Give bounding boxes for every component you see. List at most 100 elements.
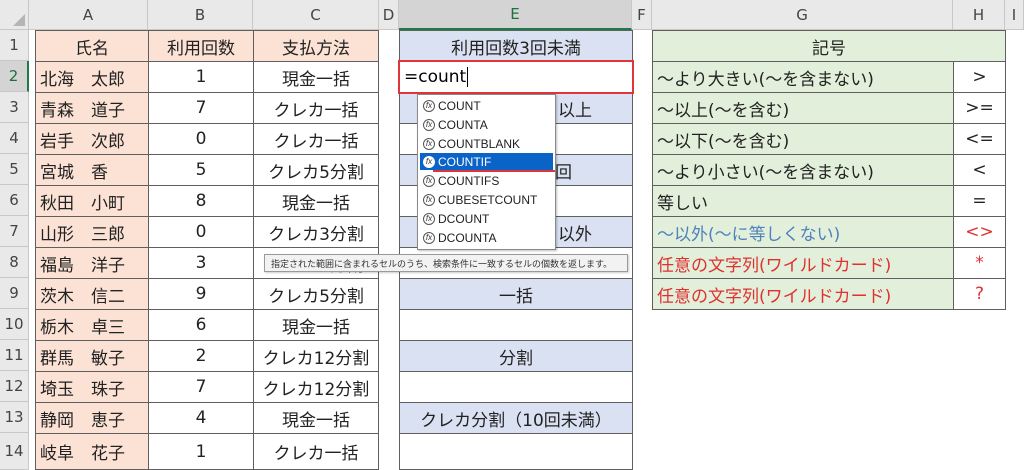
cell-count[interactable]: 7: [148, 92, 254, 124]
row-header-14[interactable]: 14: [0, 433, 29, 470]
cell-count[interactable]: 8: [148, 185, 254, 217]
cell-method[interactable]: クレカ一括: [253, 433, 379, 470]
cell-method[interactable]: クレカ5分割: [253, 278, 379, 310]
cell-method[interactable]: クレカ5分割: [253, 154, 379, 186]
cell-method[interactable]: クレカ3分割: [253, 216, 379, 248]
header-method[interactable]: 支払方法: [253, 30, 379, 62]
column-header-a[interactable]: A: [29, 0, 148, 30]
cell-count[interactable]: 2: [148, 340, 254, 372]
cell-name[interactable]: 山形 三郎: [35, 216, 149, 248]
cell-count[interactable]: 6: [148, 309, 254, 341]
cell-name[interactable]: 北海 太郎: [35, 61, 149, 93]
autocomplete-label: DCOUNTA: [438, 230, 497, 245]
cell-count[interactable]: 7: [148, 371, 254, 403]
symbol-desc[interactable]: ～より大きい(～を含まない): [652, 61, 954, 93]
cell-name[interactable]: 青森 道子: [35, 92, 149, 124]
column-header-i[interactable]: I: [1005, 0, 1024, 30]
cell-method[interactable]: 現金一括: [253, 61, 379, 93]
cell-method[interactable]: クレカ一括: [253, 92, 379, 124]
autocomplete-item[interactable]: fx CUBESETCOUNT: [420, 191, 553, 208]
autocomplete-item[interactable]: fx COUNTIFS: [420, 172, 553, 189]
symbol-char[interactable]: <>: [953, 216, 1006, 248]
row-header-1[interactable]: 1: [0, 30, 29, 61]
cell-name[interactable]: 福島 洋子: [35, 247, 149, 279]
header-count[interactable]: 利用回数: [148, 30, 254, 62]
cell-method[interactable]: クレカ一括: [253, 123, 379, 155]
row-header-11[interactable]: 11: [0, 340, 29, 371]
cell-name[interactable]: 静岡 恵子: [35, 402, 149, 434]
symbol-desc[interactable]: ～以下(～を含む): [652, 123, 954, 155]
criteria-cell[interactable]: [399, 309, 633, 341]
criteria-cell[interactable]: 分割: [399, 340, 633, 372]
row-header-10[interactable]: 10: [0, 309, 29, 340]
criteria-cell[interactable]: クレカ分割（10回未満）: [399, 402, 633, 434]
symbol-char[interactable]: ?: [953, 278, 1006, 310]
autocomplete-item[interactable]: fx DCOUNT: [420, 210, 553, 227]
row-header-8[interactable]: 8: [0, 247, 29, 278]
header-name[interactable]: 氏名: [35, 30, 149, 62]
cell-count[interactable]: 0: [148, 123, 254, 155]
symbol-desc[interactable]: 任意の文字列(ワイルドカード): [652, 278, 954, 310]
function-autocomplete-list[interactable]: fx COUNT fx COUNTA fx COUNTBLANK fx COUNTIF …: [417, 94, 556, 250]
cell-count[interactable]: 0: [148, 216, 254, 248]
select-all-corner[interactable]: [0, 0, 29, 30]
cell-method[interactable]: クレカ12分割: [253, 340, 379, 372]
cell-name[interactable]: 群馬 敏子: [35, 340, 149, 372]
cell-count[interactable]: 3: [148, 247, 254, 279]
autocomplete-item[interactable]: fx COUNTA: [420, 116, 553, 133]
row-header-5[interactable]: 5: [0, 154, 29, 185]
symbol-char[interactable]: =: [953, 185, 1006, 217]
cell-name[interactable]: 岐阜 花子: [35, 433, 149, 470]
column-header-c[interactable]: C: [253, 0, 379, 30]
symbol-char[interactable]: >: [953, 61, 1006, 93]
symbol-char[interactable]: <: [953, 154, 1006, 186]
formula-edit-cell[interactable]: =count: [398, 60, 634, 94]
cell-name[interactable]: 宮城 香: [35, 154, 149, 186]
column-header-e[interactable]: E: [399, 0, 632, 30]
symbol-table-title[interactable]: 記号: [652, 30, 1006, 62]
symbol-char[interactable]: *: [953, 247, 1006, 279]
autocomplete-item[interactable]: fx COUNTBLANK: [420, 135, 553, 152]
cell-method[interactable]: 現金一括: [253, 309, 379, 341]
cell-count[interactable]: 4: [148, 402, 254, 434]
symbol-desc[interactable]: ～以外(～に等しくない): [652, 216, 954, 248]
autocomplete-item[interactable]: fx COUNT: [420, 97, 553, 114]
symbol-char[interactable]: <=: [953, 123, 1006, 155]
row-header-9[interactable]: 9: [0, 278, 29, 309]
symbol-char[interactable]: >=: [953, 92, 1006, 124]
symbol-desc[interactable]: 任意の文字列(ワイルドカード): [652, 247, 954, 279]
column-header-h[interactable]: H: [953, 0, 1005, 30]
row-header-6[interactable]: 6: [0, 185, 29, 216]
cell-name[interactable]: 栃木 卓三: [35, 309, 149, 341]
row-header-7[interactable]: 7: [0, 216, 29, 247]
column-header-f[interactable]: F: [632, 0, 652, 30]
cell-method[interactable]: 現金一括: [253, 402, 379, 434]
column-header-d[interactable]: D: [379, 0, 399, 30]
column-header-g[interactable]: G: [652, 0, 953, 30]
cell-count[interactable]: 1: [148, 433, 254, 470]
cell-name[interactable]: 埼玉 珠子: [35, 371, 149, 403]
cell-method[interactable]: 現金一括: [253, 185, 379, 217]
symbol-desc[interactable]: 等しい: [652, 185, 954, 217]
symbol-desc[interactable]: ～より小さい(～を含まない): [652, 154, 954, 186]
autocomplete-item-selected[interactable]: fx COUNTIF: [420, 153, 553, 170]
criteria-cell[interactable]: [399, 371, 633, 403]
cell-count[interactable]: 9: [148, 278, 254, 310]
row-header-13[interactable]: 13: [0, 402, 29, 433]
cell-count[interactable]: 1: [148, 61, 254, 93]
row-header-2[interactable]: 2: [0, 61, 29, 92]
cell-name[interactable]: 茨木 信二: [35, 278, 149, 310]
symbol-desc[interactable]: ～以上(～を含む): [652, 92, 954, 124]
cell-name[interactable]: 岩手 次郎: [35, 123, 149, 155]
cell-count[interactable]: 5: [148, 154, 254, 186]
row-header-12[interactable]: 12: [0, 371, 29, 402]
row-header-4[interactable]: 4: [0, 123, 29, 154]
autocomplete-item[interactable]: fx DCOUNTA: [420, 229, 553, 246]
criteria-cell[interactable]: 一括: [399, 278, 633, 310]
row-header-3[interactable]: 3: [0, 92, 29, 123]
cell-method[interactable]: クレカ12分割: [253, 371, 379, 403]
criteria-header[interactable]: 利用回数3回未満: [399, 30, 633, 62]
column-header-b[interactable]: B: [148, 0, 253, 30]
cell-name[interactable]: 秋田 小町: [35, 185, 149, 217]
criteria-cell[interactable]: [399, 433, 633, 470]
